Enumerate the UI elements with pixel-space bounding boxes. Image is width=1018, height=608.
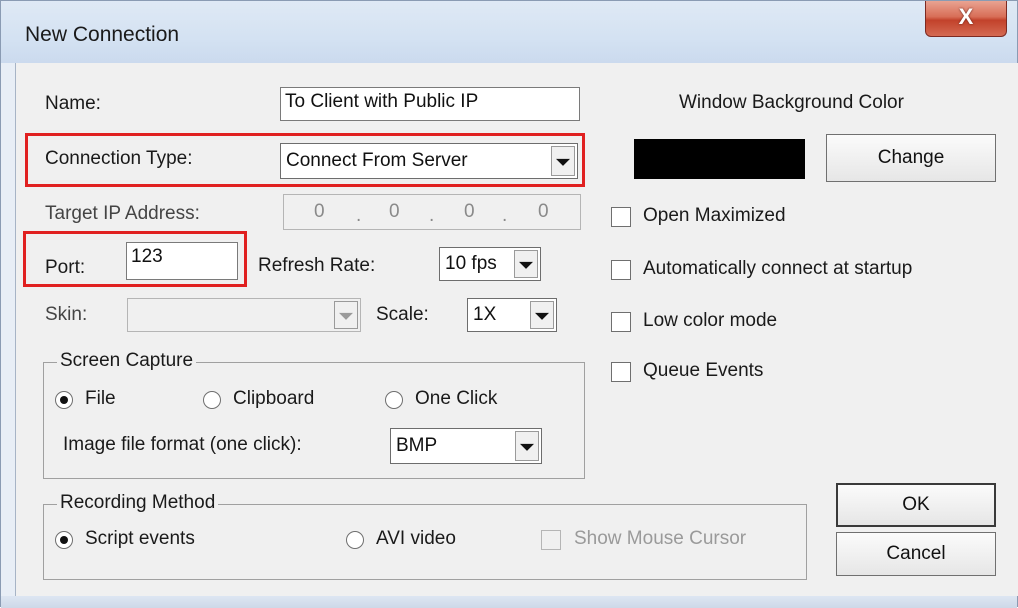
close-icon: X	[958, 4, 974, 29]
show-mouse-cursor-label: Show Mouse Cursor	[574, 528, 747, 549]
radio-clipboard[interactable]	[203, 391, 221, 409]
skin-select	[127, 298, 361, 332]
open-maximized-label[interactable]: Open Maximized	[643, 205, 786, 227]
refresh-rate-select[interactable]: 10 fps	[439, 247, 541, 281]
radio-file[interactable]	[55, 391, 73, 409]
radio-one-click-label[interactable]: One Click	[415, 388, 497, 410]
radio-clipboard-label[interactable]: Clipboard	[233, 388, 314, 410]
ip-octet-4: 0	[538, 201, 549, 222]
low-color-checkbox[interactable]	[611, 312, 631, 332]
radio-avi-video-label[interactable]: AVI video	[376, 528, 456, 550]
auto-connect-label[interactable]: Automatically connect at startup	[643, 258, 912, 280]
scale-value: 1X	[473, 304, 497, 325]
radio-avi-video[interactable]	[346, 531, 364, 549]
ip-octet-2: 0	[389, 201, 400, 222]
chevron-down-icon[interactable]	[514, 250, 538, 278]
show-mouse-cursor-checkbox	[541, 530, 561, 550]
screen-capture-title: Screen Capture	[57, 350, 197, 372]
radio-script-events-label[interactable]: Script events	[85, 528, 195, 550]
name-input[interactable]: To Client with Public IP	[280, 87, 580, 121]
highlight-connection-type	[25, 133, 585, 187]
ip-dot-separator: .	[502, 205, 508, 226]
ip-octet-1: 0	[314, 201, 325, 222]
recording-method-title: Recording Method	[57, 492, 219, 514]
radio-one-click[interactable]	[385, 391, 403, 409]
image-format-label: Image file format (one click):	[63, 434, 302, 455]
ip-octet-3: 0	[464, 201, 475, 222]
bg-color-swatch	[634, 139, 805, 179]
radio-file-label[interactable]: File	[85, 388, 116, 410]
scale-select[interactable]: 1X	[467, 298, 557, 332]
chevron-down-icon[interactable]	[515, 431, 539, 461]
chevron-down-icon[interactable]	[530, 301, 554, 329]
skin-label: Skin:	[45, 304, 88, 325]
window-title: New Connection	[25, 23, 180, 46]
target-ip-input: 0 . 0 . 0 . 0	[283, 194, 581, 230]
ip-dot-separator: .	[429, 205, 435, 226]
image-format-value: BMP	[396, 435, 438, 456]
low-color-label[interactable]: Low color mode	[643, 310, 777, 332]
target-ip-label: Target IP Address:	[45, 203, 200, 224]
bg-color-label: Window Background Color	[679, 92, 904, 113]
chevron-down-icon	[334, 301, 358, 329]
open-maximized-checkbox[interactable]	[611, 207, 631, 227]
queue-events-label[interactable]: Queue Events	[643, 360, 763, 382]
window-bottom-edge	[1, 596, 1017, 608]
scale-label: Scale:	[376, 304, 429, 325]
auto-connect-checkbox[interactable]	[611, 260, 631, 280]
change-color-button[interactable]: Change	[826, 134, 996, 182]
close-button[interactable]: X	[925, 1, 1007, 37]
radio-script-events[interactable]	[55, 531, 73, 549]
name-label: Name:	[45, 93, 101, 114]
queue-events-checkbox[interactable]	[611, 362, 631, 382]
refresh-rate-label: Refresh Rate:	[258, 255, 376, 276]
title-bar[interactable]: New Connection X	[1, 1, 1017, 63]
highlight-port	[23, 231, 247, 287]
ip-dot-separator: .	[356, 205, 362, 226]
refresh-rate-value: 10 fps	[445, 253, 497, 274]
new-connection-dialog: New Connection X Name: To Client with Pu…	[0, 0, 1018, 608]
image-format-select[interactable]: BMP	[390, 428, 542, 464]
ok-button[interactable]: OK	[836, 483, 996, 527]
cancel-button[interactable]: Cancel	[836, 532, 996, 576]
